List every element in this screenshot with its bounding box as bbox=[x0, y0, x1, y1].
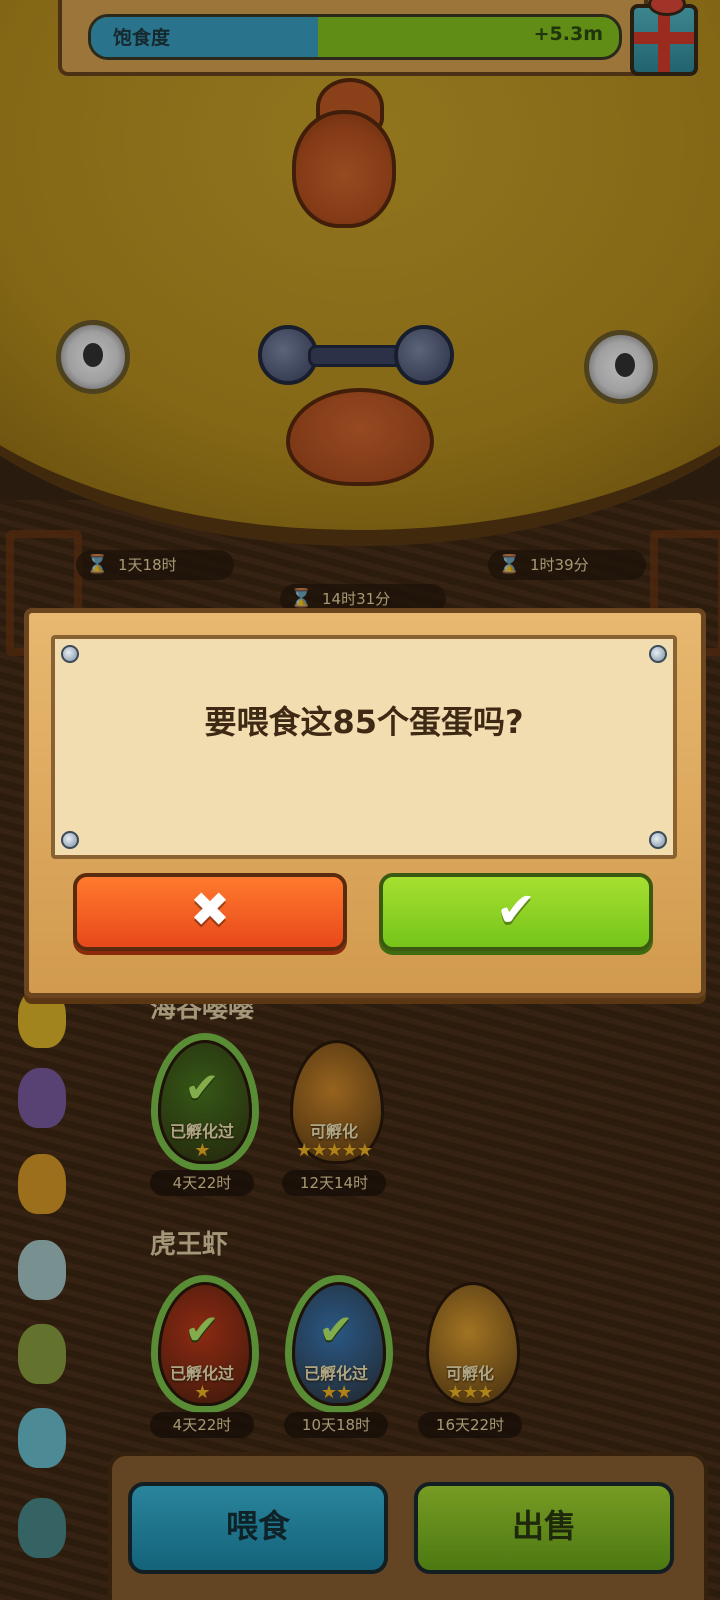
cancel-button[interactable]: ✖ bbox=[73, 873, 347, 951]
close-x-icon: ✖ bbox=[189, 882, 231, 938]
check-icon: ✔ bbox=[495, 882, 537, 938]
dialog-paper: 要喂食这85个蛋蛋吗? bbox=[51, 635, 677, 859]
rivet-icon bbox=[649, 645, 667, 663]
feed-confirm-dialog: 要喂食这85个蛋蛋吗? ✖ ✔ bbox=[24, 608, 706, 998]
rivet-icon bbox=[61, 831, 79, 849]
rivet-icon bbox=[61, 645, 79, 663]
rivet-icon bbox=[649, 831, 667, 849]
dialog-question: 要喂食这85个蛋蛋吗? bbox=[204, 703, 524, 741]
confirm-button[interactable]: ✔ bbox=[379, 873, 653, 951]
